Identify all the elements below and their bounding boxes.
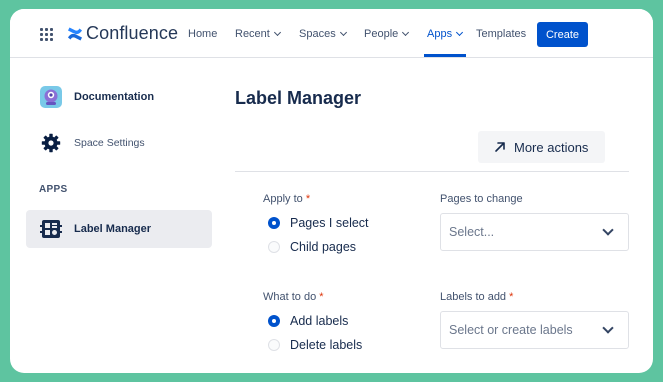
- nav-people-label: People: [364, 28, 399, 40]
- nav-apps-label: Apps: [427, 28, 453, 40]
- sidebar-apps-heading: APPS: [39, 184, 68, 195]
- sidebar-item-documentation[interactable]: Documentation: [26, 78, 212, 116]
- radio-delete-labels-label: Delete labels: [290, 338, 363, 352]
- what-to-do-label-text: What to do: [263, 291, 317, 303]
- chevron-down-icon: [339, 28, 347, 37]
- header-divider: [235, 171, 629, 172]
- arrow-up-right-icon: [495, 142, 505, 152]
- nav-recent[interactable]: Recent: [235, 28, 281, 40]
- nav-spaces-label: Spaces: [299, 28, 336, 40]
- sidebar-item-label-manager[interactable]: Label Manager: [26, 210, 212, 248]
- top-navigation: Confluence Home Recent Spaces People App…: [10, 9, 653, 58]
- more-actions-label: More actions: [514, 139, 589, 155]
- nav-active-indicator: [424, 54, 466, 57]
- chevron-down-icon: [456, 28, 464, 37]
- pages-to-change-placeholder: Select...: [449, 225, 495, 239]
- gear-icon: [38, 130, 64, 156]
- labels-to-add-select[interactable]: Select or create labels: [440, 311, 629, 349]
- sidebar-item-space-settings[interactable]: Space Settings: [26, 124, 212, 162]
- nav-spaces[interactable]: Spaces: [299, 28, 347, 40]
- radio-selected-icon[interactable]: [268, 217, 280, 229]
- pages-to-change-label: Pages to change: [440, 193, 523, 205]
- required-marker: *: [305, 193, 311, 205]
- radio-delete-labels[interactable]: Delete labels: [268, 338, 362, 352]
- chevron-down-icon: [273, 28, 281, 37]
- radio-child-pages-label: Child pages: [290, 240, 357, 254]
- sidebar-space-settings-label: Space Settings: [74, 137, 145, 149]
- sidebar-label-manager-label: Label Manager: [74, 223, 152, 235]
- radio-child-pages[interactable]: Child pages: [268, 240, 356, 254]
- required-marker: *: [319, 291, 324, 303]
- chevron-down-icon: [402, 28, 410, 37]
- create-button[interactable]: Create: [537, 22, 588, 47]
- label-manager-app-icon: [38, 216, 64, 242]
- radio-add-labels-label: Add labels: [290, 314, 349, 328]
- chevron-down-icon: [602, 224, 614, 236]
- page-title: Label Manager: [235, 88, 362, 108]
- nav-templates-label: Templates: [476, 28, 527, 40]
- nav-apps[interactable]: Apps: [427, 28, 464, 40]
- what-to-do-label: What to do *: [263, 291, 324, 303]
- more-actions-button[interactable]: More actions: [478, 131, 605, 163]
- radio-unselected-icon[interactable]: [268, 339, 280, 351]
- pages-to-change-select[interactable]: Select...: [440, 213, 629, 251]
- radio-add-labels[interactable]: Add labels: [268, 314, 348, 328]
- confluence-logo-icon[interactable]: [67, 26, 83, 42]
- app-window: Confluence Home Recent Spaces People App…: [10, 9, 653, 373]
- radio-selected-icon[interactable]: [268, 315, 280, 327]
- sidebar-documentation-label: Documentation: [74, 91, 155, 103]
- nav-recent-label: Recent: [235, 28, 270, 40]
- radio-pages-i-select-label: Pages I select: [290, 216, 369, 230]
- radio-unselected-icon[interactable]: [268, 241, 280, 253]
- labels-to-add-placeholder: Select or create labels: [449, 323, 573, 337]
- labels-to-add-label: Labels to add *: [440, 291, 513, 303]
- required-marker: *: [509, 291, 514, 303]
- space-avatar-icon: [38, 84, 64, 110]
- nav-people[interactable]: People: [364, 28, 410, 40]
- app-switcher-icon[interactable]: [40, 28, 54, 42]
- nav-templates[interactable]: Templates: [476, 28, 526, 40]
- labels-to-add-label-text: Labels to add: [440, 291, 507, 303]
- apply-to-label: Apply to *: [263, 193, 310, 205]
- confluence-logo-text[interactable]: Confluence: [86, 23, 178, 44]
- apply-to-label-text: Apply to: [263, 193, 303, 205]
- radio-pages-i-select[interactable]: Pages I select: [268, 216, 369, 230]
- chevron-down-icon: [602, 322, 614, 334]
- nav-home[interactable]: Home: [188, 28, 217, 40]
- nav-home-label: Home: [188, 28, 218, 40]
